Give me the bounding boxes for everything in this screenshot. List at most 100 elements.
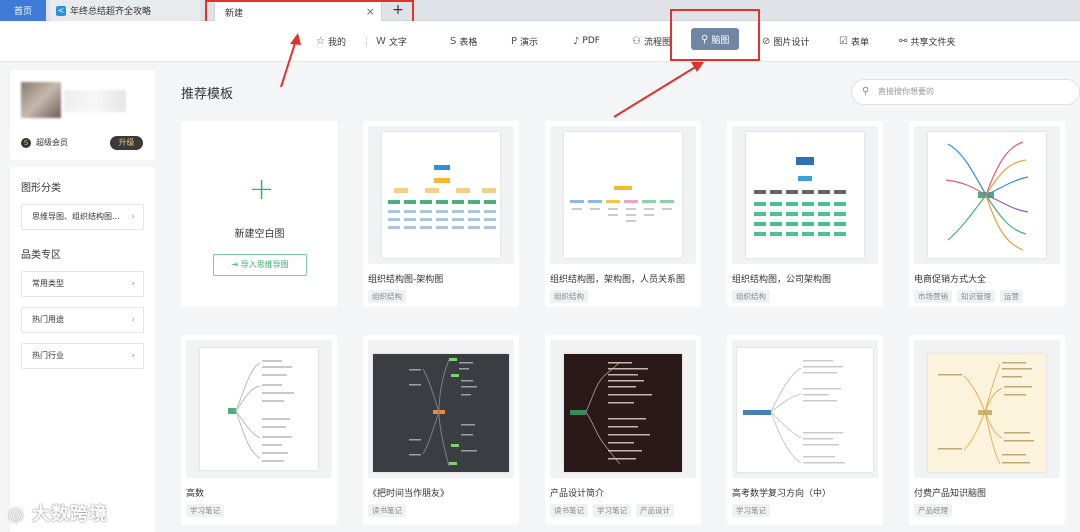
new-tab-button[interactable]: + — [386, 2, 410, 20]
template-card[interactable]: 付费产品知识脑图 产品经理 — [909, 335, 1065, 525]
template-name: 高数 — [186, 489, 205, 499]
thumbnail-paper — [564, 132, 682, 258]
tag[interactable]: 读书笔记 — [368, 504, 406, 517]
avatar[interactable] — [21, 82, 61, 118]
thumbnail-paper — [746, 132, 864, 258]
template-thumbnail — [550, 340, 696, 478]
template-thumbnail — [914, 340, 1060, 478]
search-input[interactable]: ⚲ 直接搜你想要的 — [851, 79, 1080, 105]
mindmap-preview — [228, 360, 294, 462]
template-thumbnail — [186, 340, 332, 478]
tool-shared-folder[interactable]: ⚯ 共享文件夹 — [899, 33, 955, 49]
tool-pdf[interactable]: ♪ PDF — [573, 33, 600, 49]
writer-icon: W — [376, 35, 386, 47]
tag[interactable]: 市场营销 — [914, 290, 952, 303]
template-card[interactable]: 组织结构图，公司架构图 组织结构 — [727, 121, 883, 307]
tab-document-label: 年终总结超齐全攻略 — [70, 7, 152, 17]
watermark-logo-icon: ◎ — [8, 504, 32, 525]
tag[interactable]: 产品经理 — [914, 504, 952, 517]
template-tags: 学习笔记 — [732, 504, 770, 517]
template-tags: 学习笔记 — [186, 504, 224, 517]
tool-label: 共享文件夹 — [910, 37, 956, 48]
tag[interactable]: 组织结构 — [550, 290, 588, 303]
tag[interactable]: 组织结构 — [732, 290, 770, 303]
zone-title: 品类专区 — [21, 250, 61, 261]
new-blank-card[interactable]: + 新建空白图 ⇥ 导入思维导图 — [181, 121, 338, 307]
template-tags: 组织结构 — [550, 290, 588, 303]
tool-label: 演示 — [520, 37, 539, 48]
import-mindmap-button[interactable]: ⇥ 导入思维导图 — [213, 254, 307, 276]
close-icon[interactable]: × — [366, 5, 375, 18]
template-name: 组织结构图-架构图 — [368, 275, 444, 285]
tool-label: 流程图 — [643, 37, 671, 48]
arrow-line-mindmap — [613, 65, 698, 118]
template-tags: 产品经理 — [914, 504, 952, 517]
tag[interactable]: 运营 — [1000, 290, 1023, 303]
template-tags: 市场营销 知识管理 运营 — [914, 290, 1023, 303]
tag[interactable]: 知识管理 — [957, 290, 995, 303]
template-card[interactable]: 高数 学习笔记 — [181, 335, 337, 525]
template-name: 高考数学复习方向（中） — [732, 489, 832, 499]
mindmap-preview — [570, 361, 652, 465]
template-tags: 组织结构 — [368, 290, 406, 303]
tool-label: 文字 — [388, 37, 407, 48]
import-label: 导入思维导图 — [240, 260, 289, 269]
template-card[interactable]: 高考数学复习方向（中） 学习笔记 — [727, 335, 883, 525]
tab-home[interactable]: 首页 — [0, 0, 46, 21]
org-chart-preview — [570, 186, 674, 222]
sheet-icon: S — [450, 35, 457, 47]
template-name: 《把时间当作朋友》 — [368, 489, 450, 499]
template-card[interactable]: 《把时间当作朋友》 读书笔记 — [363, 335, 519, 525]
tool-form[interactable]: ☑ 表单 — [839, 33, 869, 49]
template-thumbnail — [914, 126, 1060, 264]
tag[interactable]: 学习笔记 — [732, 504, 770, 517]
tag[interactable]: 学习笔记 — [593, 504, 631, 517]
new-blank-label: 新建空白图 — [234, 229, 285, 240]
watermark-text: 大数跨境 — [31, 504, 108, 525]
tag[interactable]: 学习笔记 — [186, 504, 224, 517]
upgrade-button[interactable]: 升级 — [110, 136, 143, 150]
tag[interactable]: 产品设计 — [636, 504, 674, 517]
username-blurred — [64, 90, 126, 112]
tab-document[interactable]: < 年终总结超齐全攻略 — [50, 0, 200, 21]
vip-icon: S — [21, 137, 31, 148]
tool-mindmap[interactable]: ⚲ 脑图 — [691, 28, 740, 50]
tag[interactable]: 组织结构 — [368, 290, 406, 303]
category-item-graph[interactable]: 思维导图、组织结构图... › — [21, 204, 144, 230]
tool-sheet[interactable]: S 表格 — [450, 33, 477, 49]
tool-flowchart[interactable]: ⚇ 流程图 — [632, 33, 671, 49]
arrowhead-mindmap — [691, 62, 704, 72]
vip-status: S 超级会员 — [21, 137, 68, 148]
image-design-icon: ⊘ — [762, 35, 771, 47]
vip-label: 超级会员 — [36, 138, 68, 147]
tool-slides[interactable]: P 演示 — [511, 33, 538, 49]
thumbnail-paper — [928, 132, 1046, 258]
divider — [366, 37, 367, 47]
thumbnail-paper — [564, 354, 682, 472]
watermark: ◎ 大数跨境 — [8, 500, 108, 526]
category-item-common[interactable]: 常用类型 › — [21, 271, 144, 297]
category-item-usage[interactable]: 热门用途 › — [21, 307, 144, 333]
plus-icon: + — [249, 172, 275, 207]
template-card[interactable]: 组织结构图，架构图，人员关系图 组织结构 — [545, 121, 701, 307]
chevron-right-icon: › — [131, 279, 135, 289]
template-card[interactable]: 组织结构图-架构图 组织结构 — [363, 121, 519, 307]
template-card[interactable]: 电商促销方式大全 市场营销 知识管理 运营 — [909, 121, 1065, 307]
template-name: 组织结构图，公司架构图 — [732, 275, 832, 285]
tool-image-design[interactable]: ⊘ 图片设计 — [762, 33, 809, 49]
category-item-industry[interactable]: 热门行业 › — [21, 343, 144, 369]
template-name: 付费产品知识脑图 — [914, 489, 987, 499]
search-placeholder: 直接搜你想要的 — [878, 87, 934, 96]
tool-mine[interactable]: ☆ 我的 — [316, 33, 346, 49]
template-thumbnail — [732, 126, 878, 264]
mindmap-icon: ⚲ — [701, 33, 709, 45]
template-card[interactable]: 产品设计简介 读书笔记 学习笔记 产品设计 — [545, 335, 701, 525]
app-toolbar: ☆ 我的 W 文字 S 表格 P 演示 ♪ PDF ⚇ 流程图 ⚲ 脑图 ⊘ 图片设计 ☑ 表单 … — [0, 21, 1080, 62]
tool-writer[interactable]: W 文字 — [376, 33, 407, 49]
mindmap-preview — [938, 362, 1034, 465]
category-item-label: 热门行业 — [32, 351, 64, 360]
slides-icon: P — [511, 35, 518, 47]
flowchart-icon: ⚇ — [632, 35, 641, 47]
tag[interactable]: 读书笔记 — [550, 504, 588, 517]
template-thumbnail — [368, 340, 514, 478]
